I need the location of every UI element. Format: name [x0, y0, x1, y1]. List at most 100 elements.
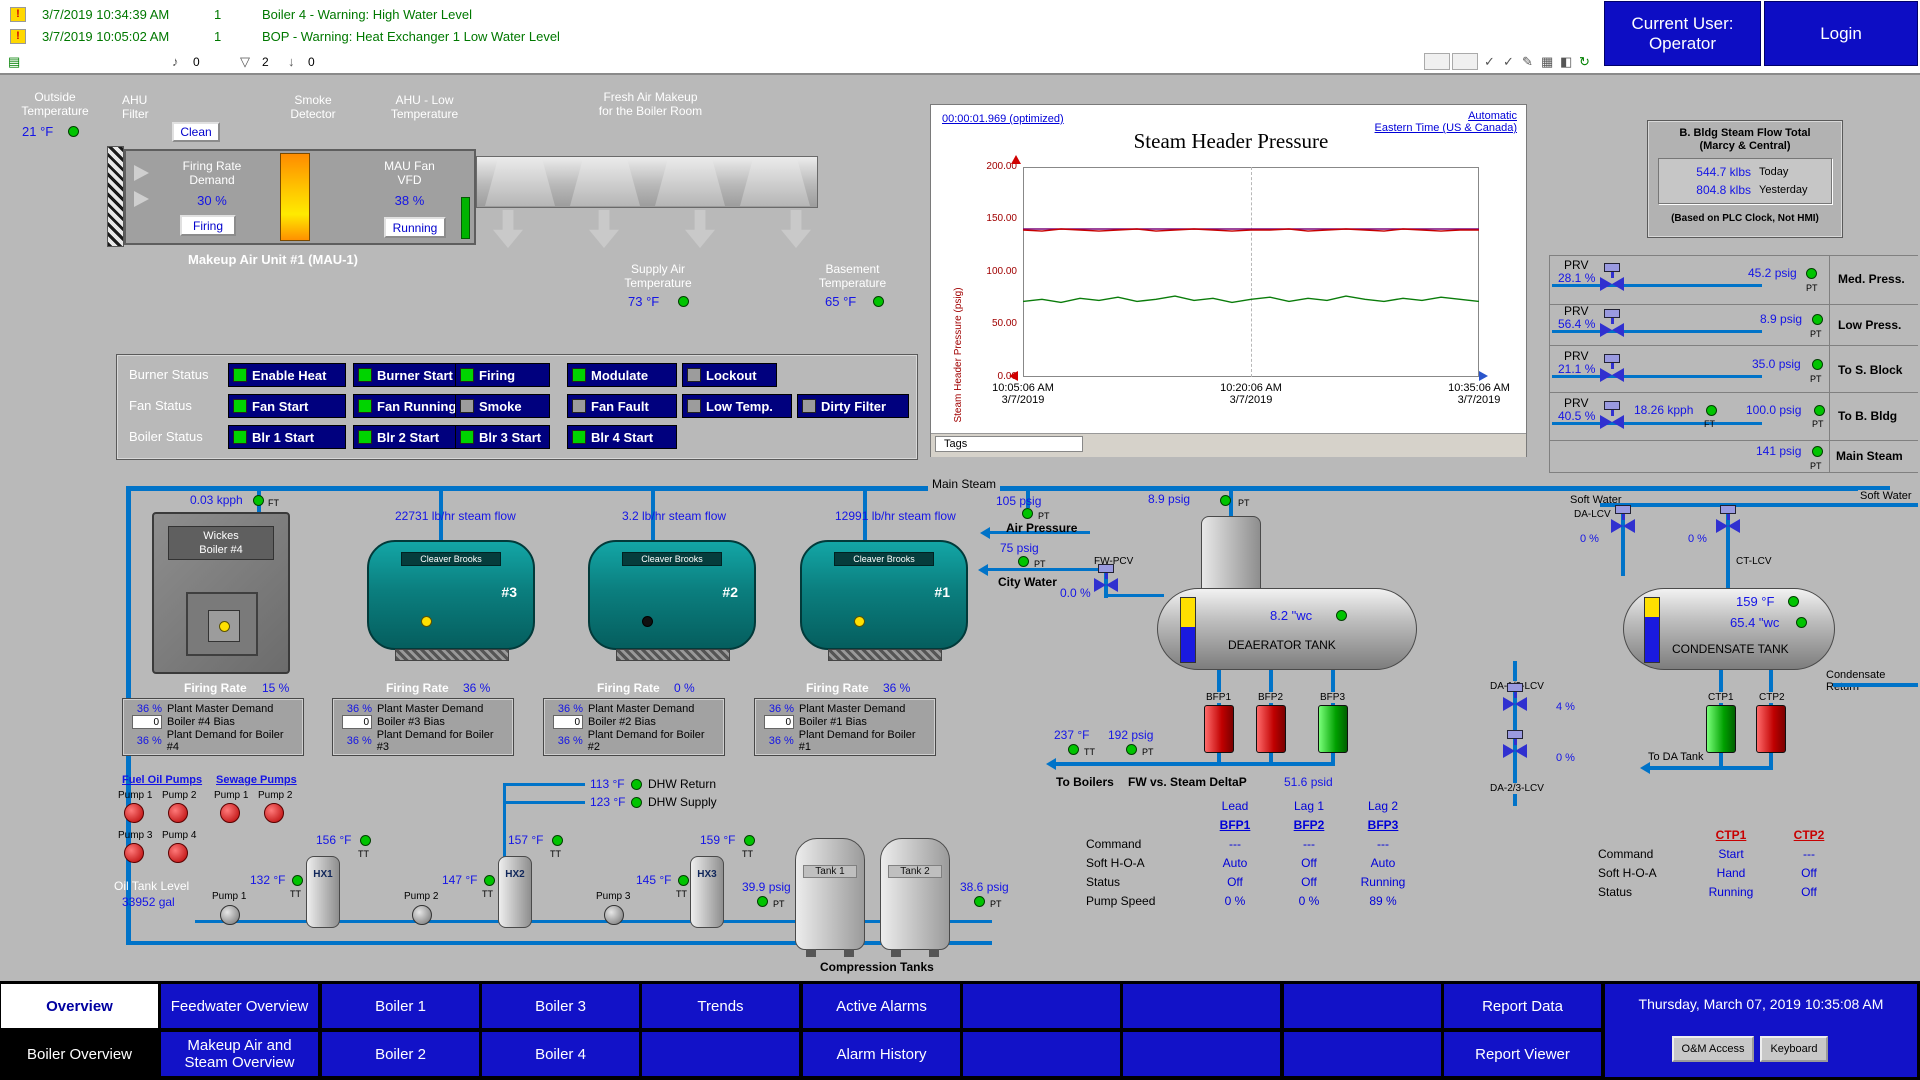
nav-blank[interactable]: [1283, 1031, 1442, 1077]
da-dome: [1201, 516, 1261, 592]
firing-status-button[interactable]: Firing: [180, 215, 236, 236]
prv-panel-divider: [1549, 472, 1918, 473]
status-label: Blr 3 Start: [479, 430, 541, 445]
prv-name: PRV: [1564, 258, 1588, 272]
login-button[interactable]: Login: [1764, 1, 1918, 66]
trend-mode-link[interactable]: Automatic: [1321, 110, 1517, 122]
check-icon[interactable]: ✓: [1484, 54, 1495, 70]
palette-icon[interactable]: ◧: [1560, 54, 1572, 70]
alarm-row[interactable]: ! 3/7/2019 10:05:02 AM 1 BOP - Warning: …: [10, 29, 560, 44]
nav-boiler-2[interactable]: Boiler 2: [321, 1031, 480, 1077]
ct-level-gauge: [1644, 597, 1660, 663]
toolbar-box[interactable]: [1424, 53, 1450, 70]
fuel-oil-pumps-title: Fuel Oil Pumps: [122, 774, 202, 786]
alarm-mute-icon[interactable]: ♪: [172, 54, 179, 69]
boiler-bias-input[interactable]: [132, 715, 162, 729]
hx1-pump-label: Pump 1: [212, 891, 246, 902]
nav-report-data[interactable]: Report Data: [1443, 983, 1602, 1029]
trend-elapsed-link[interactable]: 00:00:01.969 (optimized): [942, 113, 1064, 125]
nav-blank[interactable]: [962, 1031, 1121, 1077]
da23-lcv-label: DA-2/3-LCV: [1488, 783, 1546, 794]
comp-left-indicator: [757, 896, 768, 907]
bfp2-link[interactable]: BFP2: [1272, 816, 1346, 835]
refresh-icon[interactable]: ↻: [1579, 54, 1590, 70]
basement-line2: Temperature: [795, 276, 910, 290]
prv-percent: 40.5 %: [1558, 409, 1595, 423]
hx3-mid-indicator: [678, 875, 689, 886]
da23-lcv-valve-icon: [1503, 744, 1527, 758]
city-water-pipe: [988, 568, 1106, 571]
status-indicator: [687, 368, 701, 382]
status-button-fan-running[interactable]: Fan Running: [353, 394, 471, 418]
scroll-down-icon[interactable]: ↓: [288, 54, 295, 69]
nav-makeup-air-steam-overview[interactable]: Makeup Air and Steam Overview: [160, 1031, 319, 1077]
nav-report-viewer[interactable]: Report Viewer: [1443, 1031, 1602, 1077]
status-button-smoke[interactable]: Smoke: [455, 394, 550, 418]
sewage-pump1-icon: [220, 803, 240, 823]
om-access-button[interactable]: O&M Access: [1672, 1036, 1754, 1062]
wickes-firing-value: 15 %: [262, 681, 289, 695]
hx3-pump-icon: [604, 905, 624, 925]
boiler3-firing-label: Firing Rate: [386, 681, 449, 695]
mau-fan-vfd-value: 38 %: [352, 193, 467, 208]
nav-blank[interactable]: [1122, 983, 1281, 1029]
status-button-blr4-start[interactable]: Blr 4 Start: [567, 425, 677, 449]
check-all-icon[interactable]: ✓: [1503, 54, 1514, 70]
nav-boiler-4[interactable]: Boiler 4: [481, 1031, 640, 1077]
nav-blank[interactable]: [641, 1031, 800, 1077]
status-button-fan-fault[interactable]: Fan Fault: [567, 394, 677, 418]
nav-boiler-3[interactable]: Boiler 3: [481, 983, 640, 1029]
status-button-dirty-filter[interactable]: Dirty Filter: [797, 394, 909, 418]
pen-icon[interactable]: ✎: [1522, 54, 1533, 70]
nav-boiler-1[interactable]: Boiler 1: [321, 983, 480, 1029]
nav-alarm-history[interactable]: Alarm History: [802, 1031, 961, 1077]
x-tick: 10:35:06 AM 3/7/2019: [1434, 382, 1524, 406]
nav-blank[interactable]: [1283, 983, 1442, 1029]
nav-feedwater-overview[interactable]: Feedwater Overview: [160, 983, 319, 1029]
bfp1-link[interactable]: BFP1: [1198, 816, 1272, 835]
status-button-lockout[interactable]: Lockout: [682, 363, 777, 387]
printer-icon[interactable]: ▦: [1541, 54, 1553, 70]
ahu-filter-clean-button[interactable]: Clean: [172, 122, 220, 142]
nav-blank[interactable]: [1122, 1031, 1281, 1077]
nav-boiler-overview[interactable]: Boiler Overview: [0, 1031, 159, 1077]
pt-tag: PT: [1810, 374, 1822, 384]
fan-running-button[interactable]: Running: [384, 217, 446, 238]
x-axis-right-arrow-icon: [1479, 371, 1488, 381]
alarm-filter-icon[interactable]: ▽: [240, 54, 250, 70]
boiler-bias-input[interactable]: [764, 715, 794, 729]
nav-active-alarms[interactable]: Active Alarms: [802, 983, 961, 1029]
bfp3-link[interactable]: BFP3: [1346, 816, 1420, 835]
alarm-row[interactable]: ! 3/7/2019 10:34:39 AM 1 Boiler 4 - Warn…: [10, 7, 472, 22]
status-button-burner-start[interactable]: Burner Start: [353, 363, 471, 387]
status-button-low-temp[interactable]: Low Temp.: [682, 394, 792, 418]
page-icon[interactable]: ▤: [8, 54, 20, 70]
status-button-modulate[interactable]: Modulate: [567, 363, 677, 387]
status-button-fan-start[interactable]: Fan Start: [228, 394, 346, 418]
boiler-bias-input[interactable]: [342, 715, 372, 729]
status-indicator: [460, 368, 474, 382]
boiler1-firing-value: 36 %: [883, 681, 910, 695]
keyboard-button[interactable]: Keyboard: [1760, 1036, 1828, 1062]
status-button-enable-heat[interactable]: Enable Heat: [228, 363, 346, 387]
ctp1-link[interactable]: CTP1: [1692, 826, 1770, 845]
main-steam-pressure: 141 psig: [1756, 444, 1801, 458]
fwpcv-value: 0.0 %: [1060, 586, 1091, 600]
ahu-low-line2: Temperature: [372, 107, 477, 121]
ctp2-link[interactable]: CTP2: [1770, 826, 1848, 845]
status-button-blr2-start[interactable]: Blr 2 Start: [353, 425, 471, 449]
boiler-bias-input[interactable]: [553, 715, 583, 729]
master-demand-label: Plant Master Demand: [167, 703, 273, 715]
hx3-label: HX3: [691, 869, 723, 880]
status-button-firing[interactable]: Firing: [455, 363, 550, 387]
x-tick-time: 10:05:06 AM: [978, 382, 1068, 394]
tt-tag: TT: [676, 889, 687, 899]
nav-blank[interactable]: [962, 983, 1121, 1029]
tags-tab[interactable]: Tags: [935, 436, 1083, 452]
main-steam-dest: Main Steam: [1836, 449, 1903, 463]
status-button-blr3-start[interactable]: Blr 3 Start: [455, 425, 550, 449]
status-button-blr1-start[interactable]: Blr 1 Start: [228, 425, 346, 449]
toolbar-box[interactable]: [1452, 53, 1478, 70]
nav-overview[interactable]: Overview: [0, 983, 159, 1029]
nav-trends[interactable]: Trends: [641, 983, 800, 1029]
